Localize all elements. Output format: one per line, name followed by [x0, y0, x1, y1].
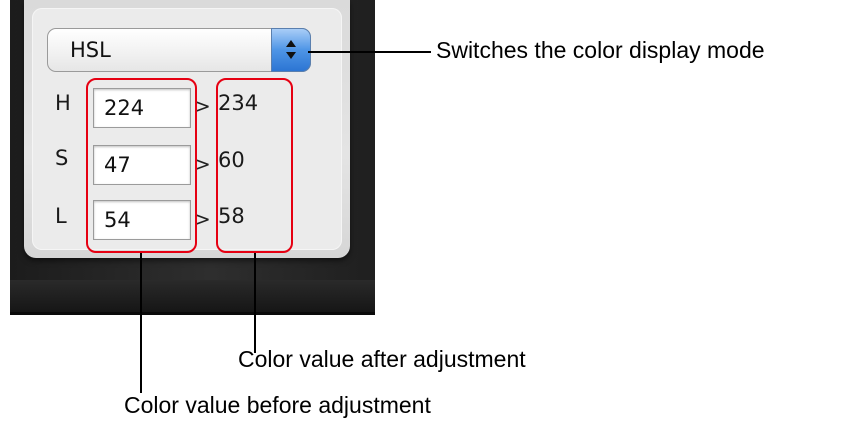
after-values-highlight	[216, 78, 293, 253]
color-mode-value: HSL	[70, 38, 111, 62]
annotation-before: Color value before adjustment	[124, 392, 431, 418]
window-frame-edge	[10, 312, 375, 315]
window-frame-bottom	[10, 280, 375, 315]
after-leader-line	[254, 253, 256, 353]
chevron-down-icon	[286, 52, 296, 59]
row-label-s: S	[55, 146, 69, 170]
color-mode-select[interactable]: HSL	[47, 28, 311, 72]
annotation-mode: Switches the color display mode	[436, 37, 765, 63]
up-down-chevron-icon[interactable]	[271, 28, 311, 72]
chevron-up-icon	[286, 40, 296, 47]
before-leader-line	[140, 253, 142, 393]
mode-leader-line	[308, 51, 431, 53]
before-values-highlight	[86, 78, 197, 253]
row-label-h: H	[55, 91, 71, 115]
annotation-after: Color value after adjustment	[238, 346, 526, 372]
row-label-l: L	[55, 204, 67, 228]
